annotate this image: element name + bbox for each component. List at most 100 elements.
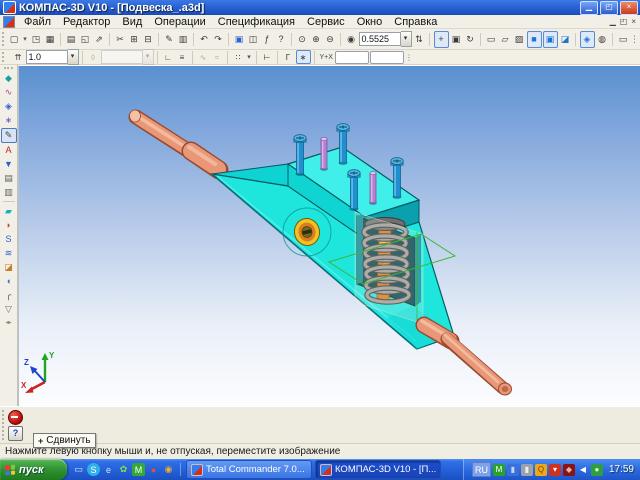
restore-button[interactable]: ◰ <box>600 1 618 15</box>
kinematic-button[interactable]: S <box>2 233 16 246</box>
signal-tray-icon[interactable]: ▮ <box>521 464 533 476</box>
toolbar-grip[interactable] <box>2 52 8 62</box>
guide-pin[interactable] <box>369 171 377 205</box>
zoom-out-button[interactable]: ⊖ <box>324 32 337 47</box>
grid-button[interactable]: ∷ <box>232 51 245 63</box>
paste-button[interactable]: ⊟ <box>142 32 155 47</box>
hidden-lines-removed-button[interactable]: ▱ <box>499 32 512 47</box>
guide-pin[interactable] <box>320 137 328 171</box>
language-indicator[interactable]: RU <box>472 462 491 477</box>
zoom-near-far-button[interactable]: ⇅ <box>413 32 426 47</box>
panel-grip[interactable] <box>4 67 13 69</box>
properties-button[interactable]: ▥ <box>177 32 190 47</box>
reports-button[interactable]: ▥ <box>2 186 16 199</box>
refresh-image-button[interactable]: ▣ <box>450 32 463 47</box>
toolbar-overflow-button[interactable]: ⋮ <box>631 32 639 47</box>
extrude-button[interactable]: ▰ <box>2 205 16 218</box>
snap-button[interactable]: ∗ <box>296 50 311 64</box>
print-preview-button[interactable]: ◱ <box>79 32 92 47</box>
grid-dropdown[interactable]: ▾ <box>246 51 253 63</box>
toolbar-grip[interactable] <box>2 32 4 46</box>
ortho-button[interactable]: Γ <box>282 51 295 63</box>
browser-icon[interactable]: e <box>102 463 115 476</box>
panel-grip[interactable] <box>2 410 4 440</box>
mdi-restore-button[interactable]: ◰ <box>620 17 628 26</box>
antivirus-tray-icon[interactable]: ● <box>591 464 603 476</box>
pan-button[interactable]: + <box>434 31 449 48</box>
network-monitor-tray-icon[interactable]: ▮ <box>507 464 519 476</box>
coord-x-input[interactable] <box>370 51 404 64</box>
skype-icon[interactable]: S <box>87 463 100 476</box>
start-button[interactable]: пуск <box>0 459 67 480</box>
rotate-button[interactable]: ↻ <box>464 32 477 47</box>
current-step-combo[interactable]: 1.0▾ <box>26 51 79 63</box>
menu-operations[interactable]: Операции <box>148 16 211 28</box>
auxiliary-geometry-button[interactable]: ∗ <box>2 114 16 127</box>
cut-extrude-button[interactable]: ◪ <box>2 261 16 274</box>
show-desktop-icon[interactable]: ▭ <box>72 463 85 476</box>
redo-button[interactable]: ↷ <box>212 32 225 47</box>
globe-icon[interactable]: ● <box>147 463 160 476</box>
axle-rod-right[interactable] <box>422 321 512 395</box>
zoom-in-button[interactable]: ⊕ <box>310 32 323 47</box>
sketch-button[interactable]: ✎ <box>1 128 17 143</box>
annotations-button[interactable]: A <box>2 144 16 157</box>
open-button[interactable]: ◳ <box>30 32 43 47</box>
model-canvas[interactable]: X Y Z <box>18 65 640 406</box>
fillet-button[interactable]: ╭ <box>2 289 16 302</box>
guard-tray-icon[interactable]: ◆ <box>563 464 575 476</box>
eraser-button[interactable]: ◊ <box>87 51 100 63</box>
loft-button[interactable]: ≋ <box>2 247 16 260</box>
miranda-tray-icon[interactable]: M <box>493 464 505 476</box>
guides-button[interactable]: ⊢ <box>261 51 274 63</box>
volume-tray-icon[interactable]: ◀ <box>577 464 589 476</box>
current-scale-combo[interactable]: 0.5525▾ <box>359 32 412 47</box>
layers-button[interactable]: ≡ <box>176 51 189 63</box>
messenger-icon[interactable]: ◉ <box>162 463 175 476</box>
taskbar-task-totalcommander[interactable]: Total Commander 7.0... <box>186 460 312 479</box>
download-tray-icon[interactable]: ▾ <box>549 464 561 476</box>
surfaces-button[interactable]: ◈ <box>2 100 16 113</box>
close-button[interactable]: × <box>620 1 638 15</box>
shaded-with-edges-button[interactable]: ▣ <box>543 31 558 48</box>
hidden-lines-thin-button[interactable]: ▨ <box>513 32 526 47</box>
axle-rod-left[interactable] <box>130 110 220 170</box>
new-document-button[interactable]: ▢ <box>8 32 21 47</box>
miranda-icon[interactable]: M <box>132 463 145 476</box>
menu-service[interactable]: Сервис <box>301 16 351 28</box>
wireframe-button[interactable]: ▭ <box>485 32 498 47</box>
zoom-selected-button[interactable]: ◉ <box>345 32 358 47</box>
undo-button[interactable]: ↶ <box>198 32 211 47</box>
edit-part-button[interactable]: ◆ <box>2 72 16 85</box>
local-cs-button[interactable]: ∟ <box>162 51 175 63</box>
context-help-button[interactable]: ? <box>275 32 288 47</box>
current-step-button[interactable]: ⇈ <box>12 51 25 63</box>
contour-button[interactable]: ≈ <box>211 51 224 63</box>
variables-button[interactable]: ƒ <box>261 32 274 47</box>
save-button[interactable]: ▦ <box>44 32 57 47</box>
menu-window[interactable]: Окно <box>351 16 389 28</box>
minimize-button[interactable]: ▁ <box>580 1 598 15</box>
interrupt-command-button[interactable] <box>8 410 23 425</box>
spline-button[interactable]: ∿ <box>197 51 210 63</box>
icq-icon[interactable]: ✿ <box>117 463 130 476</box>
menu-help[interactable]: Справка <box>388 16 443 28</box>
specification-button[interactable]: ▤ <box>2 172 16 185</box>
mdi-close-button[interactable]: × <box>631 17 636 26</box>
menu-file[interactable]: Файл <box>18 16 57 28</box>
link-button[interactable]: ◫ <box>247 32 260 47</box>
perspective-button[interactable]: ◈ <box>580 31 595 48</box>
orientation-button[interactable]: ▭ <box>617 32 630 47</box>
help-button[interactable]: ? <box>8 426 23 441</box>
zoom-area-button[interactable]: ⊙ <box>296 32 309 47</box>
toolbar2-overflow-button[interactable]: ⋮ <box>405 51 413 63</box>
filters-button[interactable]: ▼ <box>2 158 16 171</box>
mdi-minimize-button[interactable]: ▁ <box>610 17 616 26</box>
panel-collapse-arrow[interactable]: ◂▸ <box>5 319 11 326</box>
shaded-button[interactable]: ■ <box>527 31 542 48</box>
qip-tray-icon[interactable]: Q <box>535 464 547 476</box>
cut-button[interactable]: ✂ <box>114 32 127 47</box>
cutaway-button[interactable]: ◪ <box>559 32 572 47</box>
new-document-dropdown[interactable]: ▾ <box>22 32 29 47</box>
menu-editor[interactable]: Редактор <box>57 16 116 28</box>
